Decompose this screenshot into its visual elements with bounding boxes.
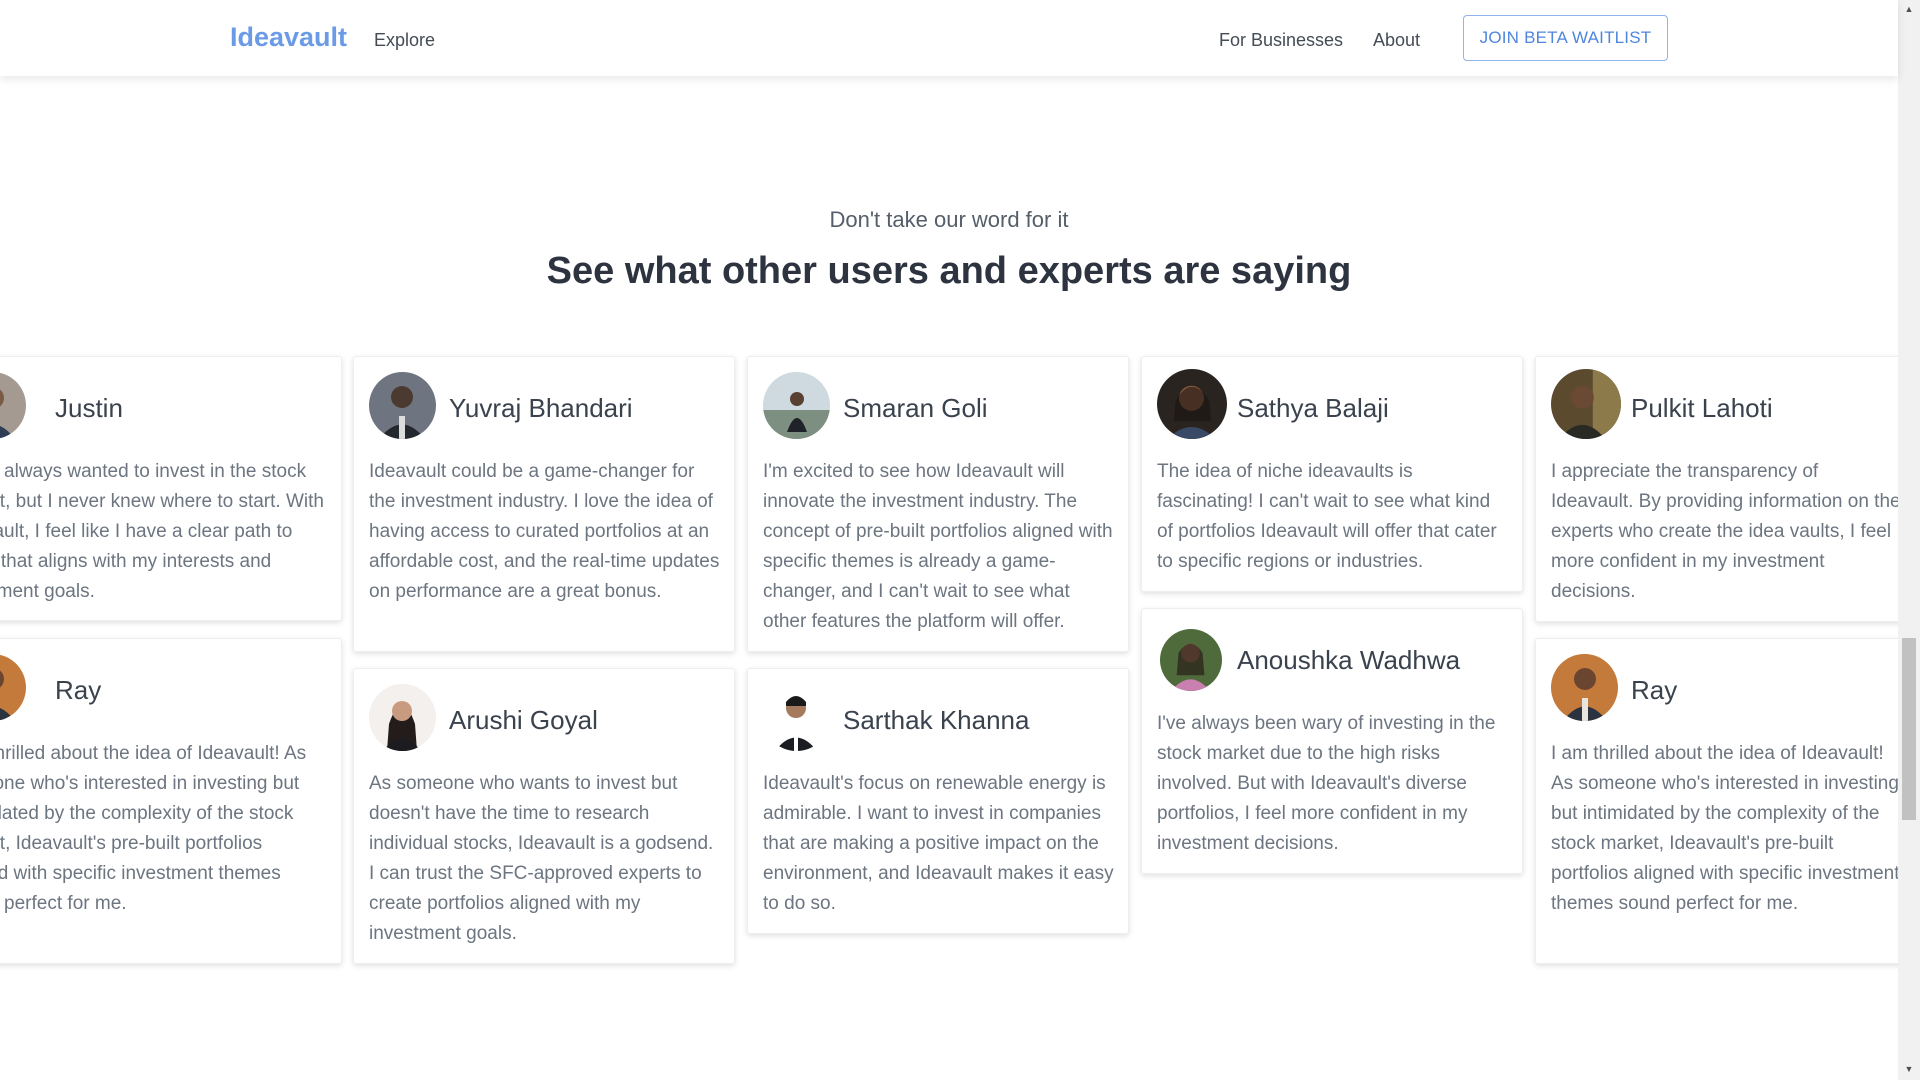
testimonial-name: Anoushka Wadhwa: [1237, 645, 1461, 675]
avatar-photo-icon: [369, 684, 436, 751]
avatar-photo-icon: [1160, 629, 1222, 691]
testimonial-card: Yuvraj Bhandari Ideavault could be a gam…: [353, 356, 735, 652]
testimonial-name: Pulkit Lahoti: [1631, 393, 1773, 423]
testimonial-name: Sathya Balaji: [1237, 393, 1389, 423]
testimonial-card: Sarthak Khanna Ideavault's focus on rene…: [747, 668, 1129, 934]
avatar-photo-icon: [1551, 369, 1621, 439]
avatar: [369, 372, 436, 439]
testimonial-quote: I have always wanted to invest in the st…: [0, 461, 324, 602]
avatar-photo-icon: [763, 684, 830, 751]
scrollbar-thumb[interactable]: [1902, 638, 1916, 820]
testimonial-quote: As someone who wants to invest but doesn…: [369, 773, 714, 944]
avatar-photo-icon: [1157, 369, 1227, 439]
testimonial-card: Justin I have always wanted to invest in…: [0, 356, 342, 621]
nav-about-link[interactable]: About: [1373, 30, 1420, 51]
testimonial-name: Arushi Goyal: [449, 705, 598, 735]
section-heading: See what other users and experts are say…: [546, 250, 1352, 292]
avatar-photo-icon: [763, 372, 830, 439]
page-scrollbar[interactable]: [1898, 0, 1920, 1080]
testimonial-card: Smaran Goli I'm excited to see how Ideav…: [747, 356, 1129, 652]
avatar: [0, 372, 26, 439]
avatar-photo-icon: [0, 372, 26, 439]
testimonial-quote: The idea of niche ideavaults is fascinat…: [1157, 461, 1497, 572]
avatar: [1157, 369, 1227, 439]
scroll-up-arrow-icon[interactable]: ▲: [1904, 4, 1914, 14]
avatar: [763, 684, 830, 751]
testimonial-name: Ray: [1631, 675, 1678, 705]
testimonial-name: Smaran Goli: [843, 393, 988, 423]
avatar-photo-icon: [369, 372, 436, 439]
testimonial-card: Arushi Goyal As someone who wants to inv…: [353, 668, 735, 964]
avatar: [1160, 629, 1222, 691]
testimonial-quote: I am thrilled about the idea of Ideavaul…: [0, 743, 307, 914]
testimonial-quote: I am thrilled about the idea of Ideavaul…: [1551, 743, 1898, 914]
brand-logo[interactable]: Ideavault: [230, 22, 347, 53]
testimonials-grid: Justin I have always wanted to invest in…: [0, 340, 1898, 1000]
avatar: [763, 372, 830, 439]
avatar-photo-icon: [0, 654, 26, 721]
testimonial-card: Anoushka Wadhwa I've always been wary of…: [1141, 608, 1523, 874]
section-eyebrow: Don't take our word for it: [829, 207, 1069, 232]
testimonial-quote: I appreciate the transparency of Ideavau…: [1551, 461, 1898, 602]
testimonial-card: Sathya Balaji The idea of niche ideavaul…: [1141, 356, 1523, 592]
avatar: [1551, 369, 1621, 439]
avatar: [1551, 654, 1618, 721]
nav-explore-link[interactable]: Explore: [374, 30, 435, 51]
avatar-photo-icon: [1551, 654, 1618, 721]
testimonial-quote: Ideavault could be a game-changer for th…: [369, 461, 720, 602]
testimonial-quote: Ideavault's focus on renewable energy is…: [763, 773, 1114, 914]
testimonial-card: Pulkit Lahoti I appreciate the transpare…: [1535, 356, 1898, 622]
navbar: Ideavault Explore For Businesses About J…: [0, 0, 1898, 76]
testimonial-card: Ray I am thrilled about the idea of Idea…: [0, 638, 342, 964]
testimonial-name: Ray: [55, 675, 102, 705]
nav-for-businesses-link[interactable]: For Businesses: [1219, 30, 1343, 51]
testimonial-name: Sarthak Khanna: [843, 705, 1030, 735]
join-beta-waitlist-button[interactable]: JOIN BETA WAITLIST: [1463, 15, 1668, 61]
testimonial-name: Justin: [55, 393, 123, 423]
testimonial-name: Yuvraj Bhandari: [449, 393, 633, 423]
testimonial-card: Ray I am thrilled about the idea of Idea…: [1535, 638, 1898, 964]
testimonial-quote: I'm excited to see how Ideavault will in…: [763, 461, 1113, 632]
avatar: [0, 654, 26, 721]
testimonial-quote: I've always been wary of investing in th…: [1157, 713, 1496, 854]
avatar: [369, 684, 436, 751]
scroll-down-arrow-icon[interactable]: ▼: [1904, 1064, 1914, 1074]
